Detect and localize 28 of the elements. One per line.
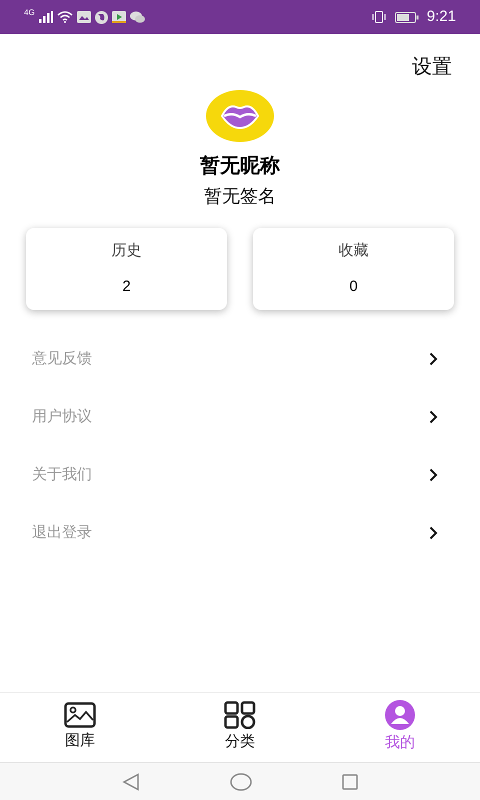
- chevron-right-icon: [429, 468, 438, 482]
- clock-time: 9:21: [426, 6, 456, 27]
- tab[interactable]: 分类: [160, 693, 320, 762]
- battery-icon: [394, 12, 419, 22]
- chat-icon: [130, 11, 145, 23]
- wifi-icon: [56, 11, 73, 23]
- home-icon[interactable]: [230, 772, 252, 790]
- stat-card[interactable]: 历史 2: [26, 228, 227, 310]
- signal-icon: [38, 11, 53, 23]
- app-notification-icon: [112, 11, 126, 23]
- signature: 暂无签名: [204, 185, 276, 208]
- chevron-right-icon: [429, 410, 438, 424]
- recents-icon[interactable]: [342, 774, 358, 790]
- vibrate-icon: [370, 11, 387, 23]
- stat-card[interactable]: 收藏 0: [253, 228, 454, 310]
- chevron-right-icon: [429, 526, 438, 540]
- image-notification-icon: [76, 11, 91, 23]
- lips-avatar-icon: [206, 90, 274, 142]
- chevron-right-icon: [429, 352, 438, 366]
- network-type: 4G: [24, 9, 35, 17]
- settings-button[interactable]: 设置: [412, 52, 452, 82]
- back-icon[interactable]: [122, 772, 140, 790]
- grid-icon: [224, 701, 256, 730]
- tab[interactable]: 我的: [320, 693, 480, 762]
- tab[interactable]: 图库: [0, 693, 160, 762]
- picture-icon: [64, 702, 96, 728]
- user-icon: [385, 700, 415, 730]
- nickname: 暂无昵称: [200, 154, 280, 179]
